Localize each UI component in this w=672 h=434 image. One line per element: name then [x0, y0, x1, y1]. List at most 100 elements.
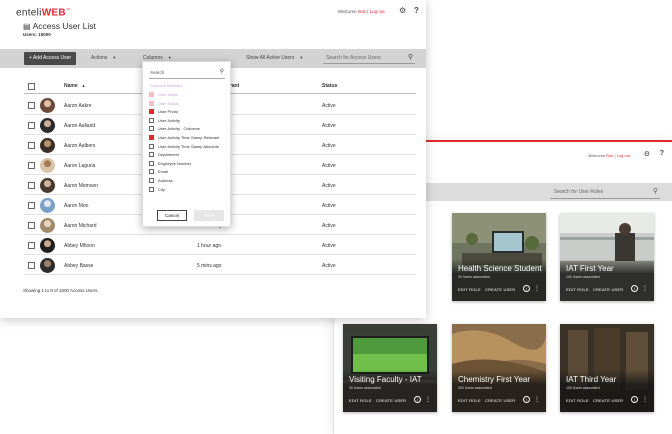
role-card[interactable]: IAT Third Year 100 Users associated EDIT… — [560, 324, 654, 412]
create-user-button[interactable]: CREATE USER — [485, 398, 515, 403]
back-logout-link[interactable]: Log out — [617, 153, 630, 158]
column-checkbox[interactable] — [149, 152, 154, 158]
edit-role-button[interactable]: EDIT ROLE — [566, 287, 589, 292]
save-button[interactable]: Save — [194, 210, 224, 221]
role-title: Visiting Faculty - IAT — [349, 375, 422, 384]
column-option-label: Employee Number — [158, 160, 192, 166]
more-icon[interactable]: ⋮ — [642, 396, 648, 403]
info-icon[interactable]: i — [631, 396, 638, 403]
search-input[interactable]: Search for Access Users ⚲ — [323, 52, 415, 64]
column-option-label: City — [158, 186, 165, 192]
user-status: Active — [322, 103, 336, 109]
user-name[interactable]: Abbey Mhoon — [64, 243, 95, 249]
help-icon[interactable]: ? — [660, 150, 664, 157]
column-checkbox[interactable] — [149, 143, 154, 149]
row-checkbox[interactable] — [28, 122, 35, 129]
more-icon[interactable]: ⋮ — [534, 285, 540, 292]
user-name[interactable]: Aaron Memsen — [64, 183, 98, 189]
cancel-button[interactable]: Cancel — [157, 210, 187, 221]
search-icon[interactable]: ⚲ — [653, 187, 658, 195]
more-icon[interactable]: ⋮ — [534, 396, 540, 403]
column-checkbox — [149, 92, 154, 97]
columns-search-input[interactable]: Search ⚲ — [149, 67, 225, 79]
role-card[interactable]: Health Science Student 30 Users associat… — [452, 213, 546, 301]
add-access-user-button[interactable]: + Add Access User — [24, 52, 76, 65]
column-checkbox[interactable] — [149, 160, 154, 166]
column-checkbox[interactable] — [149, 169, 154, 175]
column-option-label: User Activity Time Stamp Relevant — [158, 135, 220, 140]
edit-role-button[interactable]: EDIT ROLE — [458, 398, 481, 403]
select-all-checkbox[interactable] — [28, 83, 35, 90]
table-row[interactable]: Abbey Basse 5 mins ago Active — [24, 255, 416, 275]
column-checkbox[interactable] — [149, 135, 154, 140]
back-user-link[interactable]: Bob — [606, 153, 613, 158]
search-icon[interactable]: ⚲ — [220, 68, 224, 75]
column-checkbox[interactable] — [149, 178, 154, 183]
column-option-label: User Photo — [158, 109, 179, 115]
active-users-filter[interactable]: Show All Active Users ▼ — [246, 55, 303, 61]
column-option-label: User Activity Time Stamp Absolute — [158, 143, 219, 149]
table-row[interactable]: Abbey Mhoon 1 hour ago Active — [24, 235, 416, 255]
status-column-header[interactable]: Status — [322, 83, 337, 89]
search-icon[interactable]: ⚲ — [408, 53, 413, 61]
role-card[interactable]: Chemistry First Year 300 Users associate… — [452, 324, 546, 412]
column-checkbox[interactable] — [149, 117, 154, 123]
actions-dropdown[interactable]: Actions ▼ — [91, 55, 116, 61]
info-icon[interactable]: i — [523, 396, 530, 403]
back-welcome: Welcome Bob | Log out — [588, 153, 630, 158]
row-checkbox[interactable] — [28, 262, 35, 269]
column-checkbox[interactable] — [149, 186, 154, 192]
roles-search-input[interactable]: Search for User Roles ⚲ — [550, 185, 660, 199]
more-icon[interactable]: ⋮ — [425, 396, 431, 403]
avatar — [40, 258, 55, 273]
create-user-button[interactable]: CREATE USER — [485, 287, 515, 292]
role-title: Chemistry First Year — [458, 375, 531, 384]
info-icon[interactable]: i — [414, 396, 421, 403]
app-logo[interactable]: enteliWEB™ — [16, 7, 70, 18]
avatar — [40, 158, 55, 173]
user-name[interactable]: Aaron Moo — [64, 203, 88, 209]
row-checkbox[interactable] — [28, 202, 35, 209]
help-icon[interactable]: ? — [414, 6, 419, 15]
info-icon[interactable]: i — [631, 285, 638, 292]
create-user-button[interactable]: CREATE USER — [376, 398, 406, 403]
column-option-label: Address — [158, 178, 173, 183]
column-checkbox[interactable] — [149, 126, 154, 132]
gear-icon[interactable]: ⚙ — [644, 150, 650, 158]
user-status: Active — [322, 123, 336, 129]
user-status: Active — [322, 163, 336, 169]
column-checkbox — [149, 100, 154, 106]
create-user-button[interactable]: CREATE USER — [593, 287, 623, 292]
user-name[interactable]: Aaron Aalland — [64, 123, 95, 129]
row-checkbox[interactable] — [28, 182, 35, 189]
edit-role-button[interactable]: EDIT ROLE — [566, 398, 589, 403]
edit-role-button[interactable]: EDIT ROLE — [349, 398, 372, 403]
user-status: Active — [322, 143, 336, 149]
page-title: ▤ Access User List — [23, 21, 96, 31]
user-status: Active — [322, 263, 336, 269]
create-user-button[interactable]: CREATE USER — [593, 398, 623, 403]
role-card[interactable]: IAT First Year 100 Users associated EDIT… — [560, 213, 654, 301]
user-name[interactable]: Aaron Laguna — [64, 163, 95, 169]
user-name[interactable]: Aaron Aakre — [64, 103, 92, 109]
user-name[interactable]: Abbey Basse — [64, 263, 93, 269]
name-column-header[interactable]: Name ▲ — [64, 83, 86, 89]
row-checkbox[interactable] — [28, 222, 35, 229]
logout-link[interactable]: Log out — [370, 9, 385, 14]
user-name[interactable]: Aaron Aalbers — [64, 143, 95, 149]
row-checkbox[interactable] — [28, 102, 35, 109]
column-checkbox[interactable] — [149, 109, 154, 115]
info-icon[interactable]: i — [523, 285, 530, 292]
more-icon[interactable]: ⋮ — [642, 285, 648, 292]
row-checkbox[interactable] — [28, 162, 35, 169]
user-link[interactable]: Bob — [358, 9, 366, 14]
column-option-label: User Activity — [158, 117, 181, 123]
gear-icon[interactable]: ⚙ — [399, 6, 406, 15]
pagination-summary: Showing 1 to 9 of 1500 Access Users — [23, 288, 98, 293]
row-checkbox[interactable] — [28, 242, 35, 249]
welcome-message: Welcome Bob | Log out — [338, 9, 385, 14]
row-checkbox[interactable] — [28, 142, 35, 149]
user-name[interactable]: Aaron Michard — [64, 223, 97, 229]
edit-role-button[interactable]: EDIT ROLE — [458, 287, 481, 292]
role-card[interactable]: Visiting Faculty - IAT 30 Users associat… — [343, 324, 437, 412]
